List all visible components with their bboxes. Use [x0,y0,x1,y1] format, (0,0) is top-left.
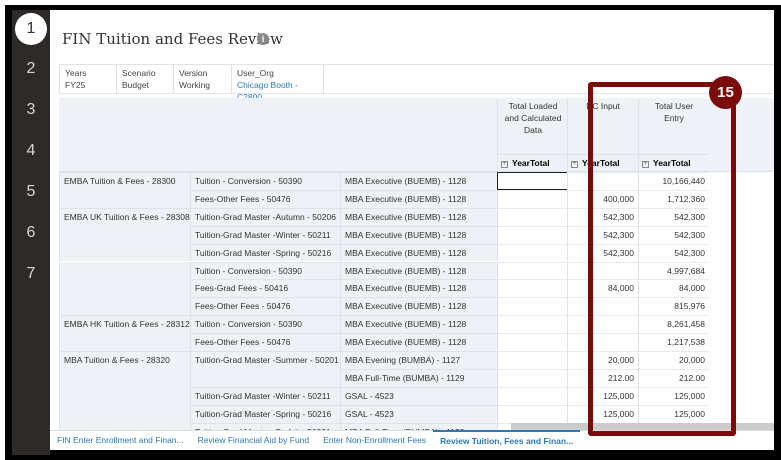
row-header-c3: MBA Evening (BUMBA) - 1127 [340,351,497,369]
step-5[interactable]: 5 [12,183,50,201]
data-cell[interactable] [497,225,568,244]
row-header-c2: Fees-Grad Fees - 50416 [190,279,340,298]
pov-label: Scenario [122,68,156,78]
row-header-c3: MBA Executive (BUEMB) - 1128 [340,261,497,280]
row-header-c1 [59,243,190,262]
row-header-c1 [59,422,190,430]
row-header-c2: Tuition - Conversion - 50390 [190,261,340,280]
row-header-c3: MBA Full-Time (BUMBA) - 1129 [340,422,497,430]
row-header-c1 [59,189,190,208]
row-header-c3: MBA Executive (BUEMB) - 1128 [340,279,497,298]
row-header-c3: GSAL - 4523 [340,386,497,405]
data-cell[interactable] [497,261,568,280]
step-1[interactable]: 1 [15,13,47,45]
step-6[interactable]: 6 [12,224,50,242]
row-header-c3: MBA Executive (BUEMB) - 1128 [340,243,497,262]
data-cell[interactable] [497,351,568,369]
data-cell[interactable] [497,207,568,226]
pov-value: FY25 [65,80,86,90]
data-cell[interactable] [497,368,568,387]
highlight-rectangle [588,82,736,436]
row-header-c2: Tuition-Grad Master -Spring - 50216 [190,243,340,262]
row-header-c2: Tuition-Grad Master -Spring - 50216 [190,404,340,423]
row-header-c3: MBA Executive (BUEMB) - 1128 [340,172,497,190]
row-header-c1 [59,333,190,351]
row-header-c1 [59,386,190,405]
annotation-badge: 15 [709,76,742,109]
row-header-c2: Tuition - Conversion - 50390 [190,315,340,334]
row-header-c3: MBA Executive (BUEMB) - 1128 [340,207,497,226]
column-header: Total Loaded and Calculated Data [497,98,568,154]
data-cell[interactable] [497,404,568,423]
row-header-c1 [59,279,190,298]
row-header-c2: Fees-Other Fees - 50476 [190,189,340,208]
step-2[interactable]: 2 [12,60,50,78]
pov-user-org[interactable]: User_Org Chicago Booth - C2800 [232,65,324,102]
tab-0[interactable]: FIN Enter Enrollment and Finan... [50,431,191,450]
row-header-c2: Fees-Other Fees - 50476 [190,333,340,351]
tab-2[interactable]: Enter Non-Enrollment Fees [316,431,433,450]
row-header-c3: MBA Executive (BUEMB) - 1128 [340,333,497,351]
data-cell[interactable] [497,297,568,316]
row-header-c3: MBA Executive (BUEMB) - 1128 [340,297,497,316]
row-header-c1 [59,368,190,387]
row-header-c2: Fees-Other Fees - 50476 [190,297,340,316]
data-cell[interactable] [497,315,568,334]
step-sidebar: 1 2 3 4 5 6 7 [12,10,50,455]
data-cell[interactable] [497,172,568,190]
row-header-c2: Tuition-Grad Master -Forfeit - 50221 [190,422,340,430]
yeartotal-label: YearTotal [512,158,550,168]
row-header-c3: MBA Executive (BUEMB) - 1128 [340,225,497,244]
pov-value: Budget [122,80,149,90]
data-cell[interactable] [497,279,568,298]
row-header-c1: EMBA Tuition & Fees - 28300 [59,172,190,190]
expand-icon[interactable]: + [501,161,508,168]
row-header-c2: Tuition-Grad Master -Autumn - 50206 [190,207,340,226]
pov-label: Years [65,68,87,78]
pov-years[interactable]: Years FY25 [60,65,117,93]
row-header-c2: Tuition-Grad Master -Winter - 50211 [190,225,340,244]
pov-label: Version [179,68,208,78]
row-header-c1 [59,261,190,280]
expand-icon[interactable]: + [571,161,578,168]
row-header-c3: MBA Full-Time (BUMBA) - 1129 [340,368,497,387]
row-header-c1 [59,404,190,423]
tab-3[interactable]: Review Tuition, Fees and Finan... [433,430,581,450]
page-title: FIN Tuition and Fees Review [62,30,283,48]
row-header-c3: GSAL - 4523 [340,404,497,423]
row-header-c2: Tuition - Conversion - 50390 [190,172,340,190]
pov-value: Working [179,80,211,90]
step-3[interactable]: 3 [12,101,50,119]
data-cell[interactable] [497,333,568,351]
row-header-c1: EMBA UK Tuition & Fees - 28308 [59,207,190,226]
pov-version[interactable]: Version Working [174,65,232,93]
row-header-c1 [59,225,190,244]
pov-scenario[interactable]: Scenario Budget [117,65,174,93]
row-header-c1: MBA Tuition & Fees - 28320 [59,351,190,369]
row-header-c1 [59,297,190,316]
row-header-c2: Tuition-Grad Master -Summer - 50201 [190,351,340,369]
row-header-c2: Tuition-Grad Master -Winter - 50211 [190,386,340,405]
info-icon[interactable]: i [257,33,269,45]
data-cell[interactable] [497,386,568,405]
row-header-c3: MBA Executive (BUEMB) - 1128 [340,189,497,208]
step-7[interactable]: 7 [12,265,50,283]
row-header-c2 [190,368,340,387]
row-header-c1: EMBA HK Tuition & Fees - 28312 [59,315,190,334]
step-4[interactable]: 4 [12,142,50,160]
tab-1[interactable]: Review Financial Aid by Fund [191,431,317,450]
row-header-c3: MBA Executive (BUEMB) - 1128 [340,315,497,334]
data-cell[interactable] [497,189,568,208]
data-cell[interactable] [497,243,568,262]
column-member-yeartotal[interactable]: + YearTotal [497,154,568,172]
pov-label: User_Org [237,68,274,78]
